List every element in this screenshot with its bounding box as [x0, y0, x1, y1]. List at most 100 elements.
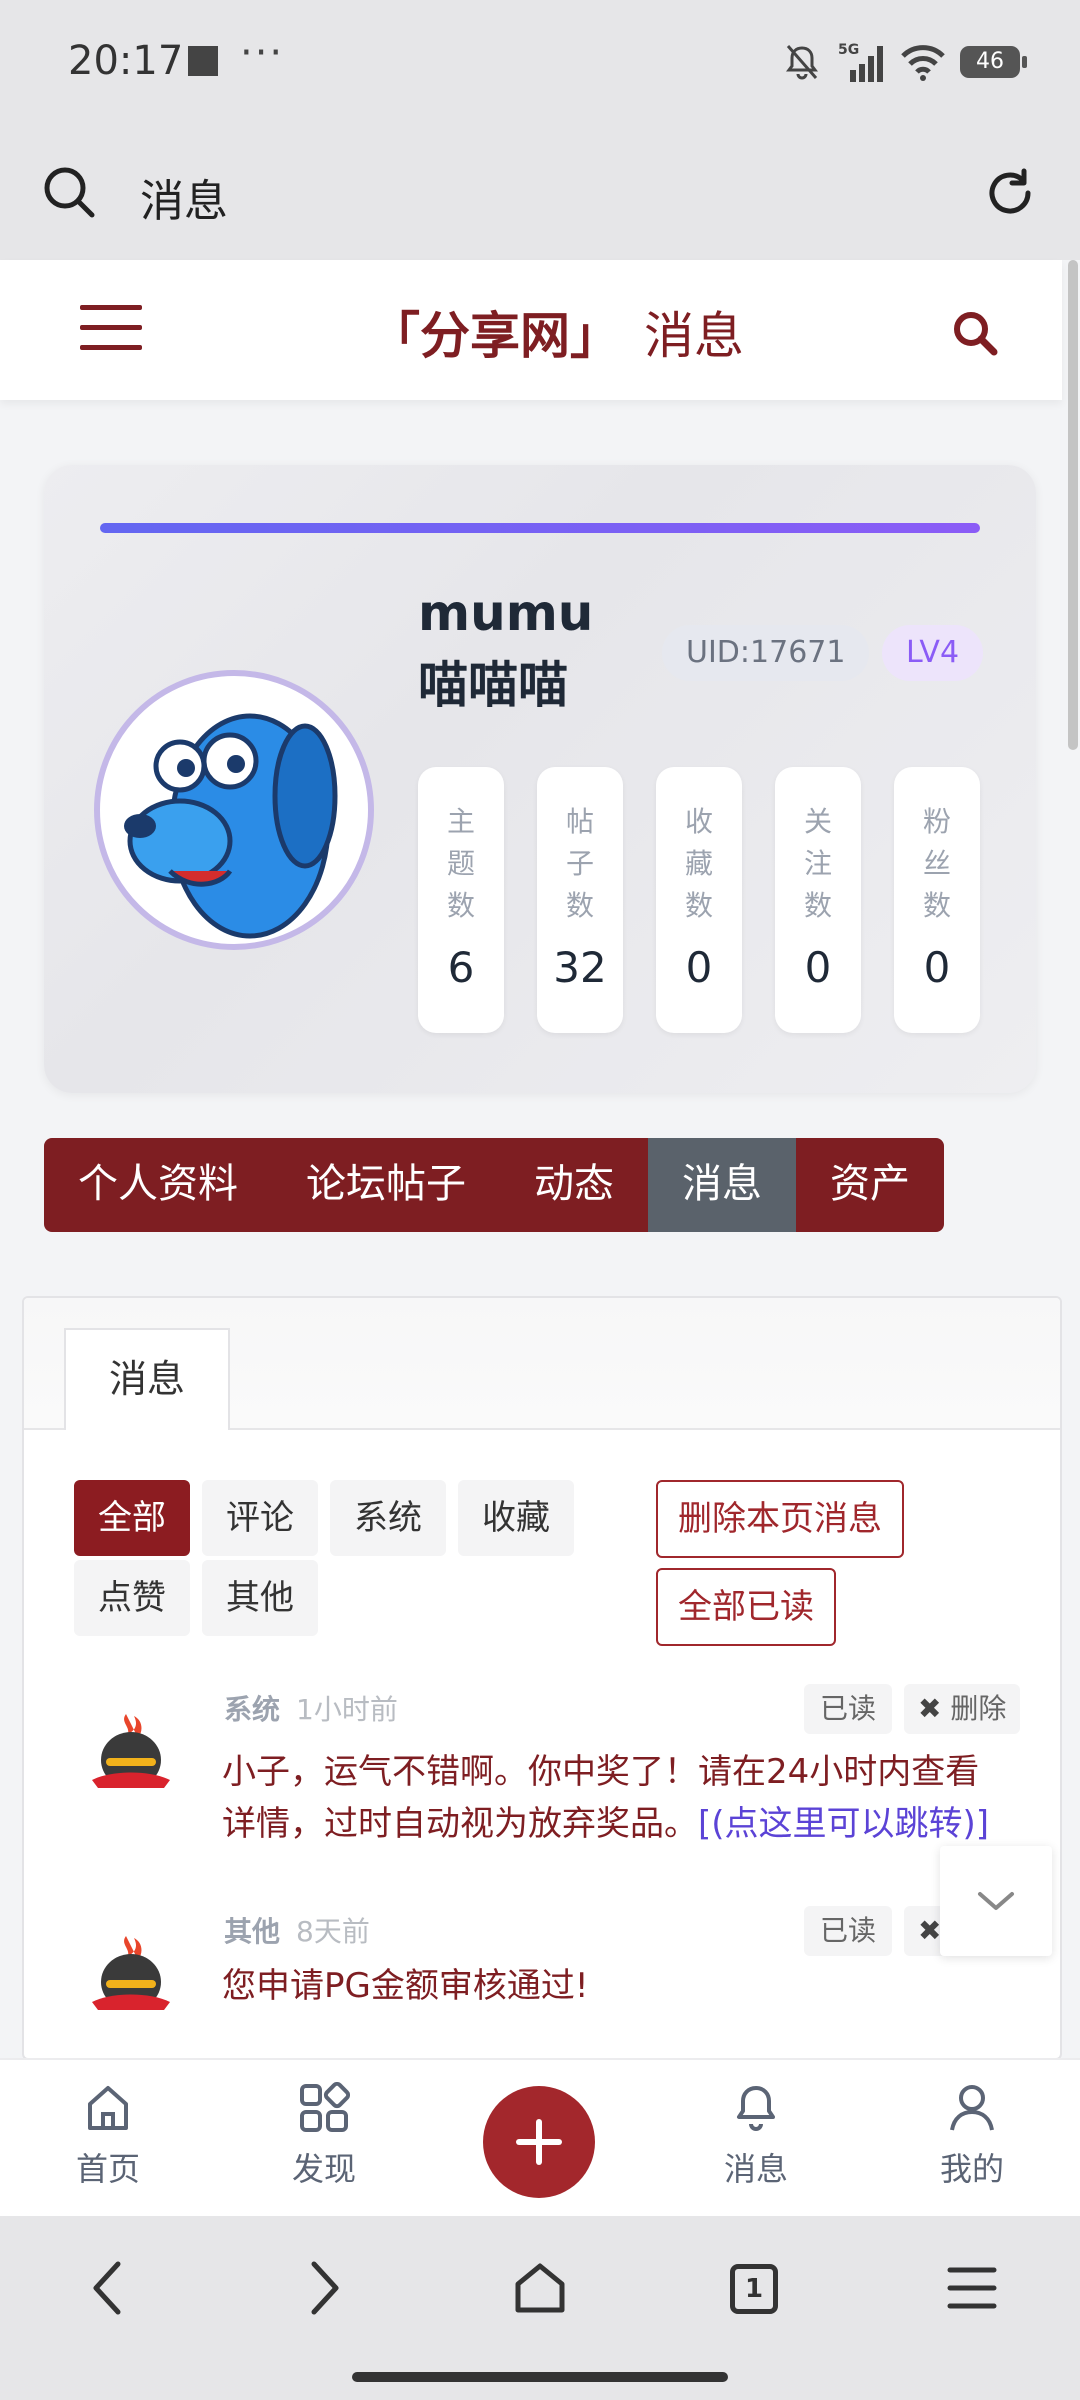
site-page-name: 消息: [644, 307, 744, 365]
tab-assets[interactable]: 资产: [796, 1138, 944, 1232]
close-icon: ✖: [918, 1914, 942, 1947]
panel-tab-messages[interactable]: 消息: [64, 1328, 230, 1430]
stat-label: 粉丝数: [922, 805, 951, 922]
tab-activity[interactable]: 动态: [500, 1138, 648, 1232]
message-text: 小子，运气不错啊。你中奖了！请在24小时内查看详情，过时自动视为放弃奖品。[(点…: [222, 1746, 1002, 1850]
filter-favorites[interactable]: 收藏: [458, 1480, 574, 1556]
stat-value: 32: [553, 943, 607, 992]
nav-label: 首页: [75, 2150, 140, 2188]
stat-label: 关注数: [803, 805, 832, 922]
back-icon[interactable]: [86, 2258, 130, 2318]
home-indicator[interactable]: [352, 2372, 728, 2382]
site-brand[interactable]: 「分享网」: [370, 307, 620, 365]
filter-row-2: 点赞 其他: [74, 1560, 318, 1636]
stat-fans[interactable]: 粉丝数 0: [894, 767, 980, 1033]
nav-label: 我的: [939, 2150, 1004, 2188]
filter-comments[interactable]: 评论: [202, 1480, 318, 1556]
stat-posts[interactable]: 帖子数 32: [537, 767, 623, 1033]
stat-label: 收藏数: [684, 805, 713, 922]
delete-label: 删除: [950, 1692, 1007, 1725]
tab-profile[interactable]: 个人资料: [44, 1138, 272, 1232]
stat-label: 帖子数: [565, 805, 594, 922]
message-avatar-icon: [92, 1936, 170, 2010]
post-plus-button[interactable]: [483, 2086, 595, 2198]
page-scrollbar[interactable]: [1064, 260, 1080, 750]
nav-messages[interactable]: 消息: [696, 2082, 816, 2190]
status-icons: 5G 46: [782, 34, 1027, 90]
mark-all-read-button[interactable]: 全部已读: [656, 1568, 836, 1646]
nav-discover[interactable]: 发现: [264, 2081, 384, 2190]
tab-forum-posts[interactable]: 论坛帖子: [272, 1138, 500, 1232]
nav-label: 发现: [291, 2150, 356, 2188]
message-jump-link[interactable]: [(点这里可以跳转)]: [698, 1804, 989, 1844]
username: mumu喵喵喵: [418, 584, 594, 714]
browser-menu-icon[interactable]: [946, 2262, 998, 2314]
tab-messages[interactable]: 消息: [648, 1138, 796, 1232]
refresh-icon[interactable]: [980, 163, 1040, 223]
nav-mine[interactable]: 我的: [912, 2082, 1032, 2190]
chevron-down-icon: [978, 1892, 1014, 1910]
discover-icon: [300, 2081, 351, 2132]
mute-bell-icon: [786, 45, 818, 80]
message-type: 其他: [224, 1915, 281, 1948]
stat-favorites[interactable]: 收藏数 0: [656, 767, 742, 1033]
address-bar-title[interactable]: 消息: [140, 165, 228, 229]
delete-message-button[interactable]: ✖ 删除: [904, 1684, 1021, 1734]
tabs-count: 1: [744, 2274, 764, 2304]
menu-icon[interactable]: [80, 305, 142, 355]
wifi-icon: [901, 45, 945, 81]
scroll-down-button[interactable]: [940, 1846, 1052, 1956]
profile-nav-tabs: 个人资料 论坛帖子 动态 消息 资产: [44, 1138, 944, 1232]
site-header: 「分享网」 消息: [0, 260, 1062, 400]
message-panel: 消息 全部 评论 系统 收藏 点赞 其他 删除本页消息 全部已读 系统 1小时前…: [22, 1296, 1062, 2060]
filter-likes[interactable]: 点赞: [74, 1560, 190, 1636]
filter-system[interactable]: 系统: [330, 1480, 446, 1556]
close-icon: ✖: [918, 1692, 942, 1725]
message-text: 您申请PG金额审核通过!: [222, 1966, 589, 2006]
forward-icon[interactable]: [302, 2258, 346, 2318]
status-time: 20:17: [68, 38, 184, 84]
message-type: 系统: [224, 1693, 281, 1726]
notification-square-icon: [188, 46, 218, 76]
mark-read-button[interactable]: 已读: [804, 1684, 893, 1734]
filter-others[interactable]: 其他: [202, 1560, 318, 1636]
home-page-icon[interactable]: [512, 2258, 568, 2318]
stat-value: 0: [923, 943, 951, 992]
home-icon: [88, 2086, 128, 2130]
tabs-count-button[interactable]: 1: [730, 2264, 778, 2314]
status-more-indicator: ···: [240, 30, 285, 76]
stat-value: 0: [804, 943, 832, 992]
mark-read-button[interactable]: 已读: [804, 1906, 893, 1956]
nav-home[interactable]: 首页: [48, 2082, 168, 2190]
signal-icon: 5G: [838, 42, 883, 82]
message-time: 1小时前: [296, 1693, 398, 1726]
battery-icon: 46: [960, 46, 1027, 78]
search-icon[interactable]: [40, 163, 100, 223]
dog-avatar-icon: [124, 713, 338, 939]
site-search-icon[interactable]: [950, 308, 1000, 358]
message-avatar-icon: [92, 1714, 170, 1788]
delete-page-button[interactable]: 删除本页消息: [656, 1480, 904, 1558]
user-icon: [950, 2085, 994, 2131]
network-type-label: 5G: [838, 42, 859, 58]
stat-topics[interactable]: 主题数 6: [418, 767, 504, 1033]
stat-value: 0: [685, 943, 713, 992]
stat-label: 主题数: [446, 805, 475, 922]
filter-all[interactable]: 全部: [74, 1480, 190, 1556]
browser-address-bar: 消息: [0, 125, 1080, 260]
nav-label: 消息: [723, 2150, 788, 2188]
filter-row-1: 全部 评论 系统 收藏: [74, 1480, 574, 1556]
profile-accent-bar: [100, 523, 980, 533]
plus-icon: [516, 2119, 562, 2165]
level-badge: LV4: [882, 625, 984, 681]
profile-stats: 主题数 6 帖子数 32 收藏数 0 关注数 0 粉丝数 0: [418, 767, 980, 1033]
avatar[interactable]: [94, 670, 374, 950]
profile-card: mumu喵喵喵 UID:17671 LV4 主题数 6 帖子数 32 收藏数 0 关注…: [44, 465, 1036, 1093]
uid-badge: UID:17671: [662, 625, 870, 681]
stat-value: 6: [447, 943, 475, 992]
stat-following[interactable]: 关注数 0: [775, 767, 861, 1033]
battery-level: 46: [976, 49, 1004, 74]
status-bar: 20:17 ··· 5G 46: [0, 0, 1080, 125]
site-title: 「分享网」 消息: [370, 296, 744, 368]
bell-icon: [737, 2086, 775, 2131]
